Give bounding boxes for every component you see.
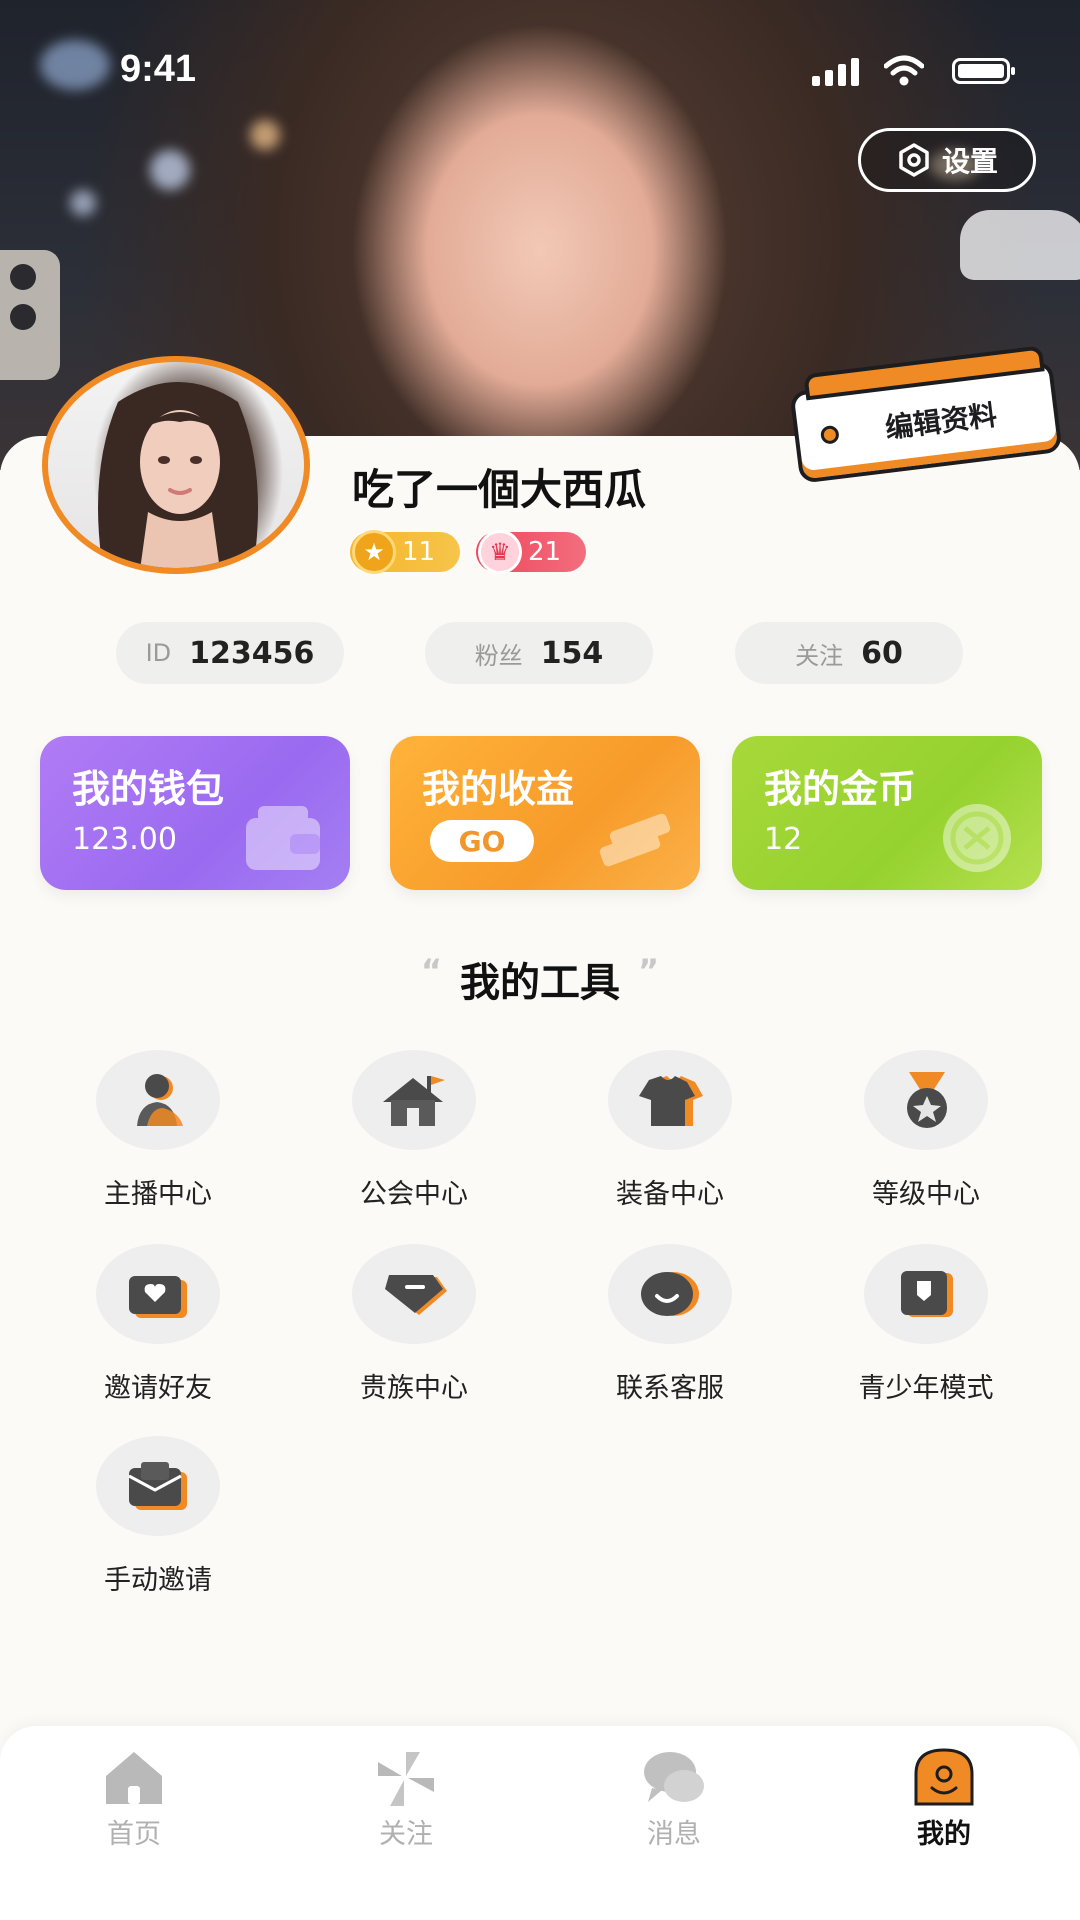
level-badge-value: 11: [402, 537, 436, 567]
chat-icon: [641, 1272, 699, 1316]
settings-label: 设置: [941, 145, 998, 178]
tool-label: 公会中心: [360, 1179, 468, 1210]
coins-title: 我的金币: [764, 767, 917, 811]
stat-id-value: 123456: [189, 635, 315, 671]
mine-icon: [914, 1748, 974, 1806]
tab-mine[interactable]: 我的: [864, 1748, 1024, 1858]
home-icon: [106, 1752, 162, 1804]
tool-invite-friends[interactable]: 邀请好友: [50, 1244, 250, 1414]
wallet-value: 123.00: [72, 822, 177, 857]
tools-section-title: “ 我的工具 ”: [0, 950, 1080, 1008]
tool-equipment-center[interactable]: 装备中心: [562, 1050, 762, 1220]
tool-teen-mode[interactable]: 青少年模式: [818, 1244, 1018, 1414]
mail-icon: [128, 1462, 187, 1510]
shirt-icon: [639, 1076, 703, 1126]
tool-icon-bubble: [864, 1244, 988, 1344]
star-icon: ★: [352, 530, 396, 574]
stat-fans-value: 154: [540, 635, 604, 671]
guild-house-icon: [383, 1076, 445, 1126]
tool-icon-bubble: [608, 1050, 732, 1150]
tool-icon-bubble: [864, 1050, 988, 1150]
diamond-icon: [385, 1275, 447, 1315]
tool-label: 主播中心: [104, 1179, 212, 1210]
tool-icon-bubble: [96, 1050, 220, 1150]
tool-icon-bubble: [352, 1244, 476, 1344]
tool-manual-invite[interactable]: 手动邀请: [50, 1436, 250, 1606]
tab-follow[interactable]: 关注: [326, 1748, 486, 1858]
tool-level-center[interactable]: 等级中心: [818, 1050, 1018, 1220]
avatar[interactable]: [42, 356, 310, 574]
tab-label: 关注: [379, 1819, 433, 1850]
background-car: [960, 210, 1080, 280]
status-time: 9:41: [120, 48, 197, 90]
stat-id: ID 123456: [116, 622, 344, 684]
tool-label: 联系客服: [616, 1373, 724, 1404]
tag-hole-icon: [819, 424, 840, 445]
status-bar: 9:41: [0, 0, 1080, 140]
bottom-tab-bar: 首页 关注 消息 我的: [0, 1726, 1080, 1920]
shield-icon: [901, 1271, 953, 1317]
earnings-title: 我的收益: [422, 767, 575, 811]
battery-icon: [952, 58, 1015, 84]
tool-anchor-center[interactable]: 主播中心: [50, 1050, 250, 1220]
tab-messages[interactable]: 消息: [594, 1748, 754, 1858]
tool-icon-bubble: [96, 1244, 220, 1344]
message-icon: [644, 1752, 704, 1802]
stat-id-key: ID: [145, 639, 172, 667]
stat-fans-key: 粉丝: [474, 641, 523, 670]
medal-icon: [907, 1072, 947, 1128]
stat-following-key: 关注: [795, 641, 844, 670]
anchor-icon: [137, 1074, 183, 1126]
tab-label: 消息: [647, 1819, 701, 1850]
stat-fans[interactable]: 粉丝 154: [425, 622, 653, 684]
level-badge: ★ 11: [350, 530, 460, 574]
tool-label: 等级中心: [872, 1179, 980, 1210]
cellular-signal-icon: [812, 58, 860, 86]
crown-icon: ♛: [478, 530, 522, 574]
vip-badge: ♛ 21: [476, 530, 586, 574]
open-quote: “: [420, 952, 442, 990]
earnings-card[interactable]: 我的收益 GO: [390, 736, 700, 890]
tab-label: 我的: [917, 1819, 971, 1850]
settings-hexagon-icon: [899, 143, 929, 177]
vip-badge-value: 21: [528, 537, 562, 567]
tool-icon-bubble: [352, 1050, 476, 1150]
tool-icon-bubble: [608, 1244, 732, 1344]
coins-card[interactable]: 我的金币 12: [732, 736, 1042, 890]
money-stack-icon: [599, 813, 671, 867]
tool-customer-service[interactable]: 联系客服: [562, 1244, 762, 1414]
tool-icon-bubble: [96, 1436, 220, 1536]
tab-label: 首页: [107, 1819, 161, 1850]
tool-label: 手动邀请: [104, 1565, 212, 1596]
coin-icon: [943, 804, 1011, 872]
tab-home[interactable]: 首页: [54, 1748, 214, 1858]
stat-following[interactable]: 关注 60: [735, 622, 963, 684]
edit-profile-label: 编辑资料: [883, 398, 999, 445]
settings-button[interactable]: 设置: [858, 128, 1036, 192]
earnings-go-button[interactable]: GO: [430, 820, 534, 862]
tool-label: 青少年模式: [858, 1373, 994, 1404]
go-label: GO: [458, 824, 506, 858]
wallet-icon: [246, 806, 320, 870]
wallet-title: 我的钱包: [72, 767, 225, 811]
wifi-icon: [884, 55, 924, 86]
stat-following-value: 60: [861, 635, 903, 671]
close-quote: ”: [638, 952, 660, 990]
tools-title: 我的工具: [460, 960, 620, 1006]
tool-label: 贵族中心: [360, 1373, 468, 1404]
invite-heart-icon: [129, 1276, 187, 1318]
username: 吃了一個大西瓜: [352, 465, 647, 514]
coins-value: 12: [764, 822, 803, 857]
tool-label: 装备中心: [616, 1179, 724, 1210]
tool-noble-center[interactable]: 贵族中心: [306, 1244, 506, 1414]
wallet-card[interactable]: 我的钱包 123.00: [40, 736, 350, 890]
background-phone: [0, 250, 60, 380]
tool-guild-center[interactable]: 公会中心: [306, 1050, 506, 1220]
follow-icon: [378, 1752, 434, 1806]
avatar-portrait: [98, 382, 258, 568]
tool-label: 邀请好友: [104, 1373, 212, 1404]
